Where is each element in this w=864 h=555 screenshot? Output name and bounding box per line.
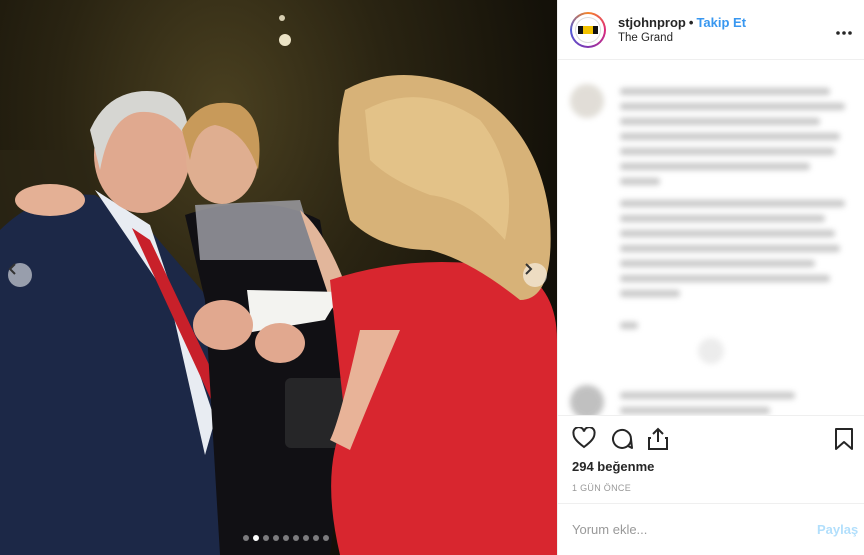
carousel-dot (283, 535, 289, 541)
carousel-prev-button[interactable] (8, 263, 32, 287)
separator: • (688, 15, 694, 30)
carousel-dot (263, 535, 269, 541)
carousel-indicator (243, 535, 329, 541)
posted-time: 1 GÜN ÖNCE (572, 483, 632, 493)
username-link[interactable]: stjohnprop (618, 15, 686, 30)
carousel-dot (243, 535, 249, 541)
follow-button[interactable]: Takip Et (696, 15, 746, 30)
more-options-button[interactable] (836, 22, 852, 40)
post-details-panel: stjohnprop • Takip Et The Grand 294 beğe… (557, 0, 864, 555)
post-header: stjohnprop • Takip Et The Grand (558, 0, 864, 60)
comments-section[interactable] (558, 60, 864, 415)
photo-illustration (0, 15, 557, 555)
post-actions: 294 beğenme 1 GÜN ÖNCE (558, 415, 864, 503)
like-button[interactable] (572, 426, 596, 454)
carousel-next-button[interactable] (523, 263, 547, 287)
username-row: stjohnprop • Takip Et (618, 15, 746, 30)
carousel-dot (323, 535, 329, 541)
post-photo[interactable] (0, 0, 557, 555)
likes-count[interactable]: 294 beğenme (572, 459, 654, 474)
more-options-icon (836, 31, 852, 35)
comment-icon (612, 428, 633, 449)
comment-button[interactable] (610, 427, 634, 456)
heart-icon (572, 426, 596, 449)
post-comment-button[interactable]: Paylaş (817, 522, 858, 537)
add-comment-bar: Paylaş (558, 503, 864, 555)
comment-input[interactable] (572, 518, 802, 540)
carousel-dot (303, 535, 309, 541)
chevron-right-icon (525, 263, 533, 275)
brand-logo-icon (575, 17, 601, 43)
carousel-dot (253, 535, 259, 541)
carousel-dot (313, 535, 319, 541)
carousel-dot (273, 535, 279, 541)
share-button[interactable] (647, 427, 669, 456)
chevron-left-icon (8, 263, 16, 275)
carousel-dot (293, 535, 299, 541)
bookmark-icon (835, 428, 853, 450)
save-button[interactable] (834, 427, 854, 456)
avatar[interactable] (570, 12, 606, 48)
share-icon (648, 427, 668, 450)
location-link[interactable]: The Grand (618, 32, 673, 44)
